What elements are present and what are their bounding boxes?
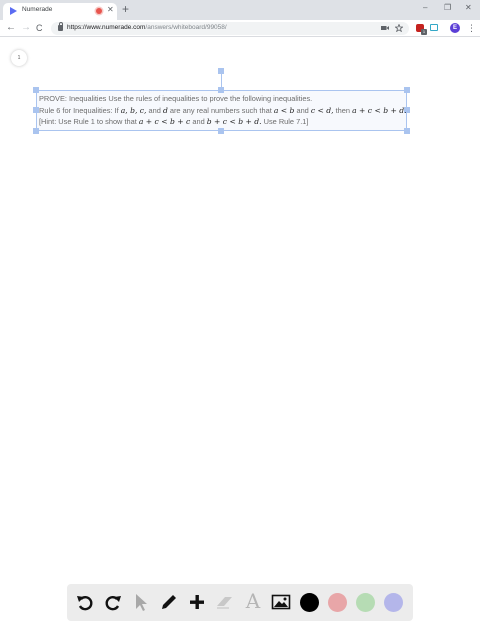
- resize-handle-bottom-right[interactable]: [404, 128, 410, 134]
- url-text: https://www.numerade.com/answers/whitebo…: [67, 24, 227, 31]
- camera-icon[interactable]: [381, 25, 389, 31]
- color-swatch-black[interactable]: [300, 593, 319, 612]
- eraser-icon[interactable]: [215, 592, 235, 612]
- plus-icon[interactable]: [187, 592, 207, 612]
- problem-line-1: PROVE: Inequalities Use the rules of ine…: [39, 94, 313, 103]
- lock-icon: [58, 22, 63, 31]
- page-number-badge[interactable]: 1: [11, 50, 27, 66]
- browser-toolbar: ← → C https://www.numerade.com/answers/w…: [0, 20, 480, 37]
- maximize-button[interactable]: ❐: [444, 3, 451, 13]
- pencil-icon[interactable]: [159, 592, 179, 612]
- whiteboard-canvas[interactable]: 1 PROVE: Inequalities Use the rules of i…: [0, 38, 480, 626]
- resize-handle-bottom[interactable]: [218, 128, 224, 134]
- minimize-button[interactable]: –: [423, 3, 427, 13]
- forward-button[interactable]: →: [21, 22, 31, 34]
- new-tab-button[interactable]: +: [122, 3, 129, 15]
- browser-menu-icon[interactable]: ⋮: [467, 22, 476, 34]
- problem-line-3: [Hint: Use Rule 1 to show that a + c < b…: [39, 117, 309, 126]
- text-icon[interactable]: A: [243, 590, 263, 612]
- tab-title: Numerade: [22, 6, 53, 13]
- window-close-button[interactable]: ✕: [465, 3, 472, 13]
- resize-handle-bottom-left[interactable]: [33, 128, 39, 134]
- numerade-favicon-icon: [10, 7, 17, 15]
- color-swatch-green[interactable]: [356, 593, 375, 612]
- problem-line-2: Rule 6 for Inequalities: If a, b, c, and…: [39, 105, 407, 115]
- screen-capture-extension-icon[interactable]: [430, 24, 438, 31]
- color-swatch-blue[interactable]: [384, 593, 403, 612]
- extension-badge: 1: [421, 29, 427, 35]
- color-swatch-red[interactable]: [328, 593, 347, 612]
- star-icon[interactable]: [395, 24, 403, 32]
- undo-icon[interactable]: [75, 592, 95, 612]
- recording-indicator-icon: [96, 8, 102, 14]
- tab-strip: Numerade ✕ + – ❐ ✕: [0, 0, 480, 20]
- browser-tab[interactable]: Numerade ✕: [3, 3, 117, 20]
- drawing-toolbar: A: [67, 584, 413, 621]
- profile-avatar[interactable]: E: [450, 23, 460, 33]
- pointer-icon[interactable]: [131, 592, 151, 612]
- image-icon[interactable]: [271, 592, 291, 612]
- tab-close-icon[interactable]: ✕: [107, 5, 114, 15]
- problem-statement: PROVE: Inequalities Use the rules of ine…: [39, 93, 409, 128]
- back-button[interactable]: ←: [6, 22, 16, 34]
- reload-button[interactable]: C: [36, 22, 43, 34]
- address-bar[interactable]: https://www.numerade.com/answers/whitebo…: [51, 22, 409, 35]
- redo-icon[interactable]: [103, 592, 123, 612]
